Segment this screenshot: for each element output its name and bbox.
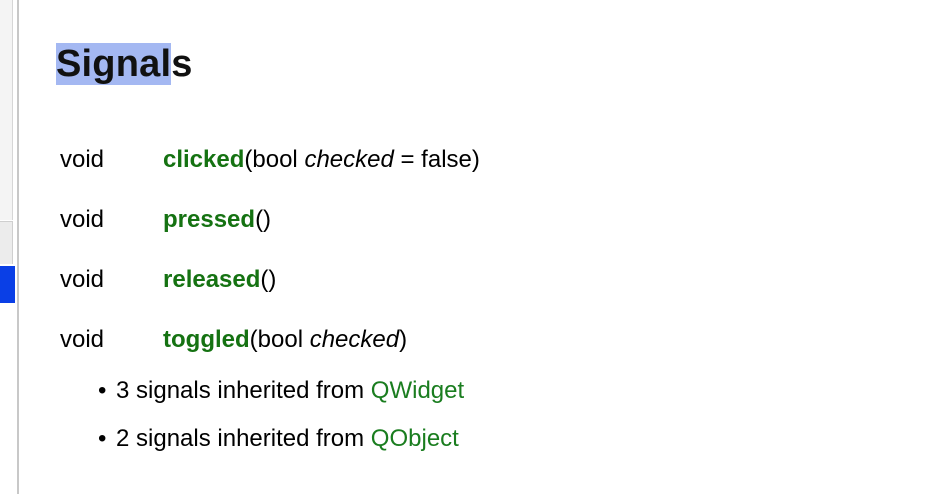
signal-params: () [255, 206, 272, 233]
signal-return-type: void [60, 146, 105, 173]
signal-params-open: (bool [244, 146, 305, 173]
signal-params-close: = false) [393, 146, 480, 173]
signal-signature: clicked(bool checked = false) [163, 145, 480, 175]
section-title-rest: s [171, 43, 193, 85]
doc-content: Signals void clicked(bool checked = fals… [56, 0, 950, 494]
signal-link-toggled[interactable]: toggled [163, 326, 250, 353]
signal-param-name: checked [309, 326, 400, 353]
sidebar-tab[interactable] [0, 221, 13, 264]
section-title: Signals [56, 40, 193, 88]
sidebar-panel [0, 0, 13, 220]
left-sidebar-edge [0, 0, 19, 494]
signal-signature: released() [163, 265, 276, 295]
inherited-text: 2 signals inherited from [116, 425, 371, 452]
list-item: • 2 signals inherited from QObject [98, 424, 464, 472]
list-item: • 3 signals inherited from QWidget [98, 376, 464, 424]
signal-link-released[interactable]: released [163, 266, 260, 293]
signal-signature: pressed() [163, 205, 271, 235]
qobject-link[interactable]: QObject [371, 425, 459, 452]
signal-params: () [260, 266, 277, 293]
signal-param-name: checked [304, 146, 394, 173]
signal-params-open: (bool [249, 326, 310, 353]
sidebar-selected-item[interactable] [0, 266, 15, 303]
signal-return-type: void [60, 266, 105, 293]
bullet-icon: • [98, 377, 107, 404]
signal-return-type: void [60, 206, 105, 233]
signal-link-pressed[interactable]: pressed [163, 206, 255, 233]
signal-signature: toggled(bool checked) [163, 325, 407, 355]
splitter-handle[interactable] [17, 0, 19, 494]
selected-text: Signal [56, 43, 172, 85]
bullet-icon: • [98, 425, 107, 452]
signal-params-close: ) [399, 326, 408, 353]
inherited-text: 3 signals inherited from [116, 377, 371, 404]
inherited-signals-list: • 3 signals inherited from QWidget • 2 sig… [98, 376, 464, 472]
qwidget-link[interactable]: QWidget [371, 377, 464, 404]
signal-link-clicked[interactable]: clicked [163, 146, 244, 173]
signal-return-type: void [60, 326, 105, 353]
